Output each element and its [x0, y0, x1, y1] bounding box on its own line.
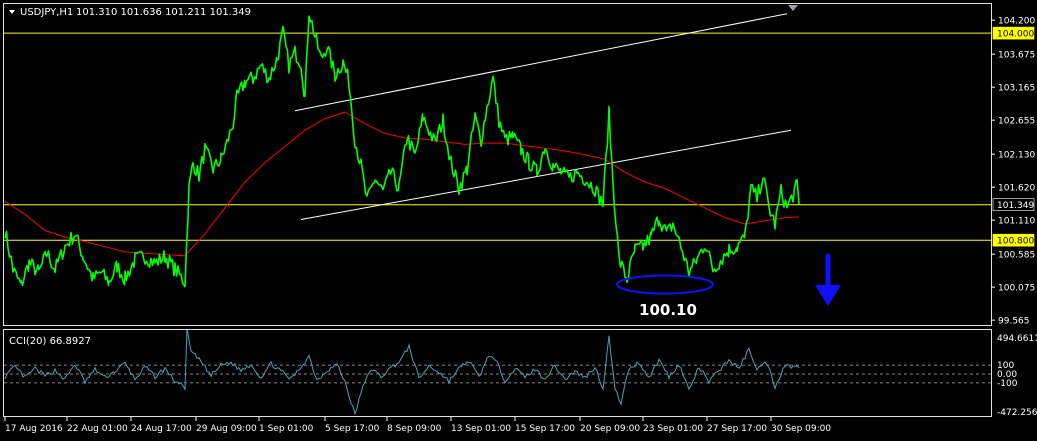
x-axis-tick-label: 8 Sep 09:00	[387, 424, 442, 434]
x-axis-tick-label: 23 Sep 01:00	[643, 424, 703, 434]
x-axis-tick-label: 13 Sep 01:00	[451, 424, 511, 434]
main-plot-frame	[3, 3, 992, 326]
y-axis-tick-label: 103.165	[998, 84, 1035, 94]
y-axis-tick-label: 104.200	[998, 17, 1035, 27]
x-axis-tick-label: 22 Aug 01:00	[67, 424, 128, 434]
symbol-label: USDJPY,H1	[20, 7, 73, 18]
y-axis-tick-label: 101.110	[998, 217, 1035, 227]
price-series-line	[4, 15, 800, 288]
x-axis-tick-label: 17 Aug 2016	[5, 424, 63, 434]
y-axis-tick-label: 100.585	[998, 251, 1035, 261]
triangle-down-icon[interactable]	[9, 10, 15, 14]
cci-plot-frame	[3, 329, 992, 417]
support-level-label: 100.10	[639, 301, 697, 319]
y-axis-tick-label: 102.130	[998, 151, 1035, 161]
channel-trend-line	[294, 13, 788, 112]
x-axis-tick-label: 1 Sep 01:00	[259, 424, 314, 434]
y-axis-tick-label: 102.655	[998, 117, 1035, 127]
cci-axis-tick-label: -472.2561	[997, 408, 1037, 418]
x-axis-tick-label: 27 Sep 17:00	[707, 424, 767, 434]
arrow-down-icon	[815, 285, 841, 306]
ohlc-readout: 101.310 101.636 101.211 101.349	[76, 7, 251, 18]
price-chart[interactable]: 100.10 104.200 103.675 103.165 102.655 102.1…	[0, 0, 1037, 441]
y-axis-tick-label: 99.565	[998, 317, 1030, 327]
y-axis-tick-label: 100.075	[998, 284, 1035, 294]
y-axis-tick-label: 103.675	[998, 51, 1035, 61]
chart-window: 100.10 104.200 103.675 103.165 102.655 102.1…	[0, 0, 1037, 441]
moving-average-line	[4, 111, 800, 257]
cci-series-line	[4, 330, 800, 416]
x-axis-tick-label: 29 Aug 09:00	[196, 424, 257, 434]
cci-axis-tick-label: -100	[997, 379, 1018, 389]
support-zone-ellipse	[616, 274, 714, 295]
chart-header: USDJPY,H1 101.310 101.636 101.211 101.34…	[9, 7, 251, 18]
cci-indicator-label: CCI(20) 66.8927	[9, 336, 91, 347]
x-axis-tick-label: 15 Sep 17:00	[515, 424, 575, 434]
y-axis-tick-label: 101.620	[998, 184, 1035, 194]
scroll-marker-icon[interactable]	[788, 5, 798, 11]
channel-trend-line	[300, 129, 792, 221]
x-axis-tick-label: 5 Sep 17:00	[325, 424, 380, 434]
x-axis-tick-label: 30 Sep 09:00	[771, 424, 831, 434]
x-axis-tick-label: 24 Aug 17:00	[131, 424, 192, 434]
price-level-tag-label: 100.800	[997, 237, 1034, 247]
x-axis-tick-label: 20 Sep 09:00	[580, 424, 640, 434]
price-level-tag-label: 101.349	[997, 201, 1034, 211]
price-level-tag-label: 104.000	[997, 30, 1034, 40]
cci-axis-tick-label: 494.6611	[997, 334, 1037, 344]
